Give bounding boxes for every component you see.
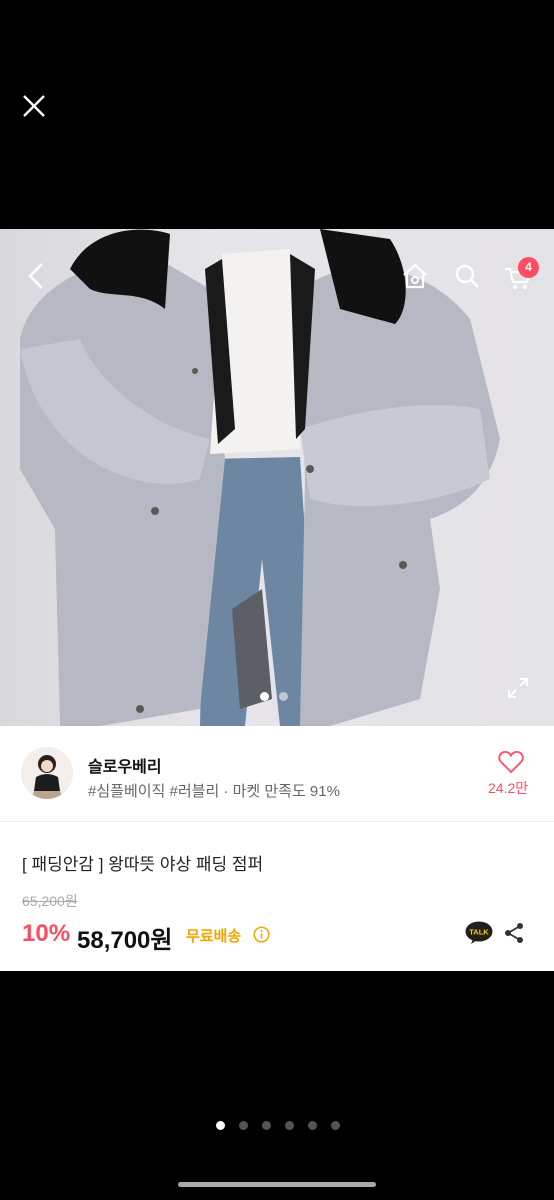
- share-button[interactable]: [503, 922, 525, 944]
- home-icon: [403, 263, 427, 289]
- back-icon: [28, 263, 43, 289]
- back-button[interactable]: [24, 261, 48, 291]
- close-button[interactable]: [18, 90, 50, 122]
- discount-rate: 10%: [22, 920, 71, 947]
- gallery-pagination: [216, 1121, 340, 1130]
- product-title: [ 패딩안감 ] 왕따뜻 야상 패딩 점퍼: [22, 855, 264, 874]
- cart-count-badge: 4: [518, 257, 539, 278]
- expand-button[interactable]: [507, 677, 529, 699]
- gallery-dot[interactable]: [239, 1121, 248, 1130]
- kakao-talk-label: TALK: [469, 928, 489, 937]
- shipping-info-button[interactable]: [253, 926, 270, 943]
- product-photo[interactable]: [0, 229, 554, 726]
- search-button[interactable]: [454, 263, 480, 289]
- home-button[interactable]: [401, 263, 429, 289]
- photo-dot[interactable]: [279, 692, 288, 701]
- kakao-talk-icon: TALK: [465, 921, 493, 944]
- photo-pagination: [260, 692, 288, 701]
- close-icon: [23, 95, 45, 117]
- shop-avatar[interactable]: [21, 747, 73, 799]
- share-icon: [505, 923, 523, 943]
- original-price: 65,200원: [22, 893, 78, 909]
- search-icon: [455, 264, 479, 288]
- gallery-dot[interactable]: [216, 1121, 225, 1130]
- free-shipping-label: 무료배송: [186, 928, 242, 945]
- shop-tags: #심플베이직 #러블리 · 마켓 만족도 91%: [88, 783, 340, 800]
- photo-dot[interactable]: [260, 692, 269, 701]
- shop-name[interactable]: 슬로우베리: [88, 753, 162, 777]
- shop-row[interactable]: 슬로우베리 #심플베이직 #러블리 · 마켓 만족도 91% 24.2만: [0, 726, 554, 822]
- gallery-dot[interactable]: [308, 1121, 317, 1130]
- gallery-dot[interactable]: [262, 1121, 271, 1130]
- gallery-dot[interactable]: [331, 1121, 340, 1130]
- sale-price: 58,700원: [77, 927, 173, 954]
- info-icon: [253, 926, 270, 943]
- product-info-card: 슬로우베리 #심플베이직 #러블리 · 마켓 만족도 91% 24.2만 [ 패…: [0, 726, 554, 971]
- gallery-dot[interactable]: [285, 1121, 294, 1130]
- like-button[interactable]: [498, 750, 524, 774]
- kakao-talk-button[interactable]: TALK: [465, 921, 493, 945]
- like-count: 24.2만: [488, 780, 529, 796]
- home-indicator[interactable]: [178, 1182, 376, 1187]
- expand-icon: [508, 678, 528, 698]
- heart-icon: [498, 751, 524, 774]
- product-image: [20, 229, 500, 726]
